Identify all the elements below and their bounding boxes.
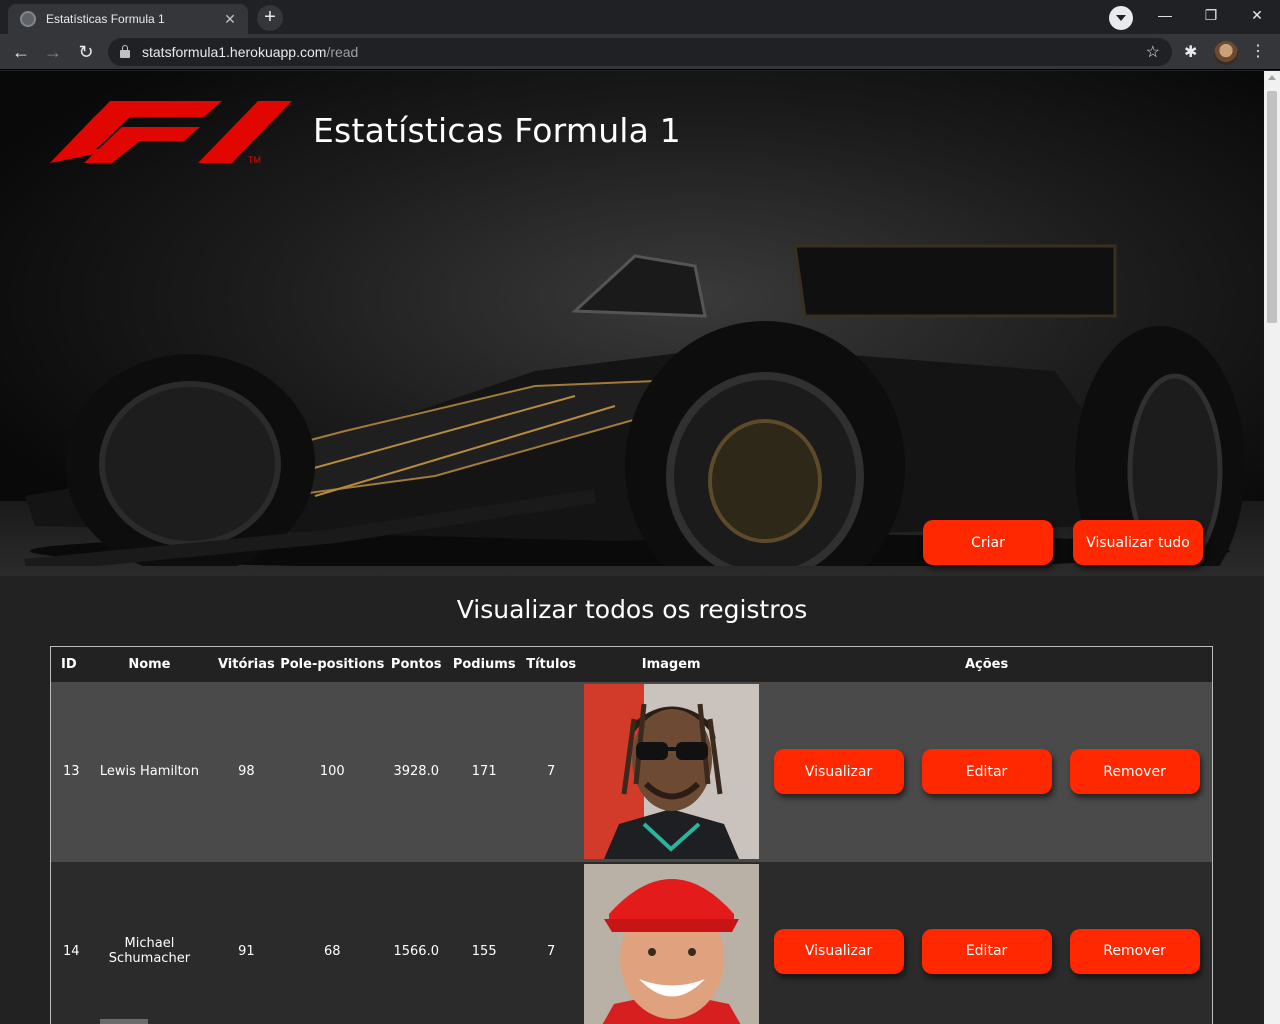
column-header-titles: Títulos (521, 646, 582, 682)
section-title: Visualizar todos os registros (456, 595, 808, 624)
f1-logo: TM (50, 101, 292, 165)
url-text[interactable]: statsformula1.herokuapp.com/read (142, 44, 1146, 60)
edit-button[interactable]: Editar (921, 749, 1052, 794)
driver-photo (583, 863, 759, 1024)
column-header-points: Pontos (385, 646, 448, 682)
browser-tab[interactable]: Estatísticas Formula 1 ✕ (8, 4, 248, 34)
column-header-image: Imagem (581, 646, 762, 682)
records-table: ID Nome Vitórias Pole-positions Pontos P… (50, 646, 1213, 1024)
table-row: 14 Michael Schumacher 91 68 1566.0 155 7 (50, 861, 1213, 1024)
logo-trademark: TM (248, 155, 261, 165)
cell-wins: 98 (213, 681, 280, 862)
cell-poles: 68 (279, 861, 386, 1024)
view-button[interactable]: Visualizar (773, 749, 904, 794)
cell-image (581, 861, 762, 1024)
edit-button[interactable]: Editar (921, 928, 1052, 974)
create-button[interactable]: Criar (923, 520, 1053, 565)
cell-name: Michael Schumacher (85, 861, 214, 1024)
url-host: statsformula1.herokuapp.com (142, 44, 327, 60)
cell-podiums: 171 (447, 681, 522, 862)
star-icon[interactable]: ☆ (1146, 42, 1160, 62)
cell-wins: 91 (213, 861, 280, 1024)
remove-button[interactable]: Remover (1069, 928, 1200, 974)
driver-photo (583, 684, 759, 859)
avatar[interactable] (1214, 41, 1238, 65)
address-bar[interactable]: statsformula1.herokuapp.com/read ☆ (108, 38, 1172, 66)
back-icon[interactable]: ← (8, 39, 34, 65)
scroll-up-icon[interactable] (1268, 75, 1276, 80)
scroll-thumb[interactable] (1267, 91, 1277, 323)
menu-icon[interactable]: ⋮ (1250, 40, 1266, 64)
cell-titles: 7 (521, 861, 582, 1024)
remove-button[interactable]: Remover (1069, 749, 1200, 794)
cell-name: Lewis Hamilton (85, 681, 214, 862)
forward-icon[interactable]: → (40, 39, 66, 65)
puzzle-icon[interactable]: ✱ (1184, 42, 1197, 62)
cell-points: 1566.0 (385, 861, 448, 1024)
url-path: /read (326, 44, 359, 60)
window-close-button[interactable]: ✕ (1234, 0, 1280, 32)
horizontal-scrollbar[interactable] (100, 1019, 148, 1024)
column-header-podiums: Podiums (447, 646, 522, 682)
column-header-name: Nome (85, 646, 214, 682)
cell-points: 3928.0 (385, 681, 448, 862)
column-header-poles: Pole-positions (279, 646, 386, 682)
table-row: 13 Lewis Hamilton 98 100 3928.0 171 7 Vi… (50, 681, 1213, 862)
column-header-id: ID (50, 646, 86, 682)
hero-banner: TM Estatísticas Formula 1 Criar Visualiz… (0, 71, 1264, 576)
site-title: Estatísticas Formula 1 (313, 111, 681, 150)
cell-id: 13 (50, 681, 86, 862)
table-header-row: ID Nome Vitórias Pole-positions Pontos P… (50, 646, 1213, 682)
minimize-button[interactable]: — (1142, 0, 1188, 32)
race-car-image (24, 244, 1245, 566)
lock-icon (120, 45, 130, 58)
cell-actions: Visualizar Editar Remover (761, 861, 1213, 1024)
vertical-scrollbar[interactable] (1264, 71, 1280, 1024)
cell-actions: Visualizar Editar Remover (761, 681, 1213, 862)
tab-title: Estatísticas Formula 1 (46, 12, 165, 26)
page-viewport: TM Estatísticas Formula 1 Criar Visualiz… (0, 71, 1264, 1024)
tab-search-icon[interactable] (1109, 6, 1133, 30)
cell-id: 14 (50, 861, 86, 1024)
cell-poles: 100 (279, 681, 386, 862)
reload-icon[interactable]: ↻ (73, 39, 99, 65)
column-header-actions: Ações (761, 646, 1213, 682)
cell-image (581, 681, 762, 862)
new-tab-button[interactable]: + (257, 5, 283, 31)
restore-button[interactable]: ❐ (1188, 0, 1234, 32)
cell-titles: 7 (521, 681, 582, 862)
view-all-button[interactable]: Visualizar tudo (1073, 520, 1203, 565)
browser-toolbar: ← → ↻ statsformula1.herokuapp.com/read ☆… (0, 34, 1280, 70)
view-button[interactable]: Visualizar (773, 928, 904, 974)
column-header-wins: Vitórias (213, 646, 280, 682)
tab-strip: Estatísticas Formula 1 ✕ + — ❐ ✕ (0, 0, 1280, 34)
close-icon[interactable]: ✕ (222, 11, 238, 28)
cell-podiums: 155 (447, 861, 522, 1024)
globe-icon (20, 11, 36, 27)
